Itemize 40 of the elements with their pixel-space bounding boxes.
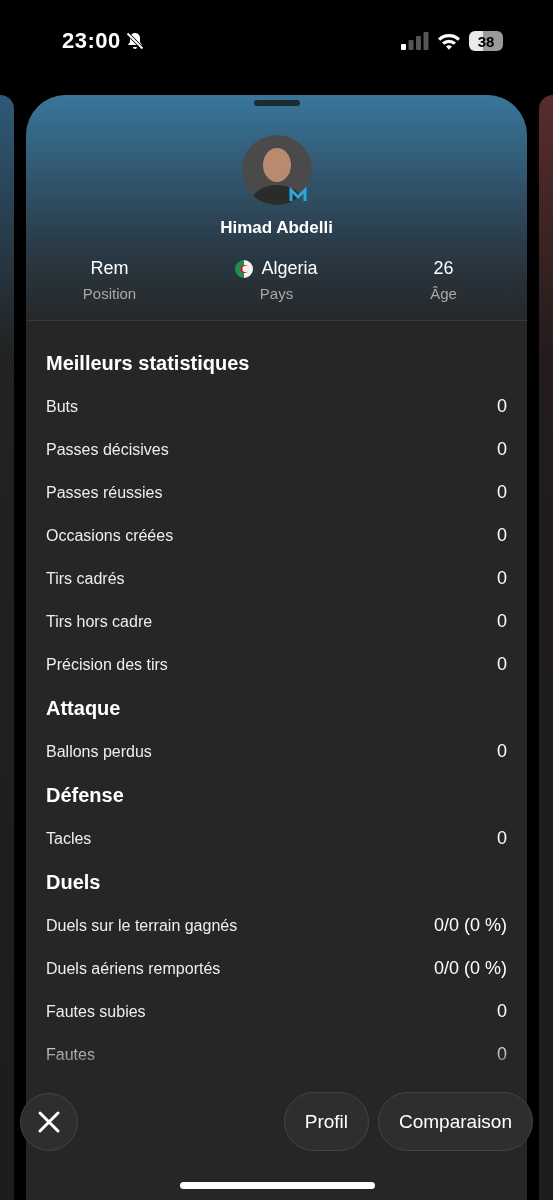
info-value: 26: [433, 258, 454, 279]
stat-label: Précision des tirs: [46, 655, 168, 674]
stat-value: 0/0 (0 %): [433, 915, 507, 936]
stat-value: 0: [497, 1044, 507, 1065]
stat-value: 0: [497, 525, 507, 546]
stat-label: Passes réussies: [46, 483, 163, 502]
battery-icon: 38: [469, 31, 503, 51]
section-heading: Attaque: [46, 695, 121, 721]
player-name: Himad Abdelli: [220, 218, 333, 238]
stat-label: Buts: [46, 397, 78, 416]
stat-label: Fautes: [46, 1045, 95, 1064]
status-time: 23:00: [62, 28, 121, 54]
info-value: Rem: [90, 258, 129, 279]
section-heading: Défense: [46, 782, 124, 808]
section-heading: Meilleurs statistiques: [46, 350, 250, 376]
stat-label: Tacles: [46, 829, 92, 848]
stat-label: Duels sur le terrain gagnés: [46, 916, 238, 935]
stat-value: 0/0 (0 %): [433, 958, 507, 979]
stat-value: 0: [497, 828, 507, 849]
stat-value: 0: [497, 741, 507, 762]
stat-label: Occasions créées: [46, 526, 174, 545]
info-label: Position: [82, 285, 137, 302]
stat-value: 0: [497, 1001, 507, 1022]
stat-value: 0: [497, 568, 507, 589]
stat-label: Tirs hors cadre: [46, 612, 153, 631]
stat-value: 0: [497, 482, 507, 503]
info-value: Algeria: [261, 258, 318, 279]
stat-label: Duels aériens remportés: [46, 959, 221, 978]
stat-value: 0: [497, 396, 507, 417]
action-button[interactable]: Comparaison: [378, 1092, 533, 1151]
stat-label: Ballons perdus: [46, 742, 152, 761]
stat-label: Passes décisives: [46, 440, 169, 459]
section-heading: Duels: [46, 869, 101, 895]
stat-label: Fautes subies: [46, 1002, 146, 1021]
info-label: Âge: [430, 285, 457, 302]
stat-value: 0: [497, 611, 507, 632]
stat-label: Tirs cadrés: [46, 569, 125, 588]
stat-value: 0: [497, 439, 507, 460]
info-label: Pays: [259, 285, 294, 302]
stat-value: 0: [497, 654, 507, 675]
